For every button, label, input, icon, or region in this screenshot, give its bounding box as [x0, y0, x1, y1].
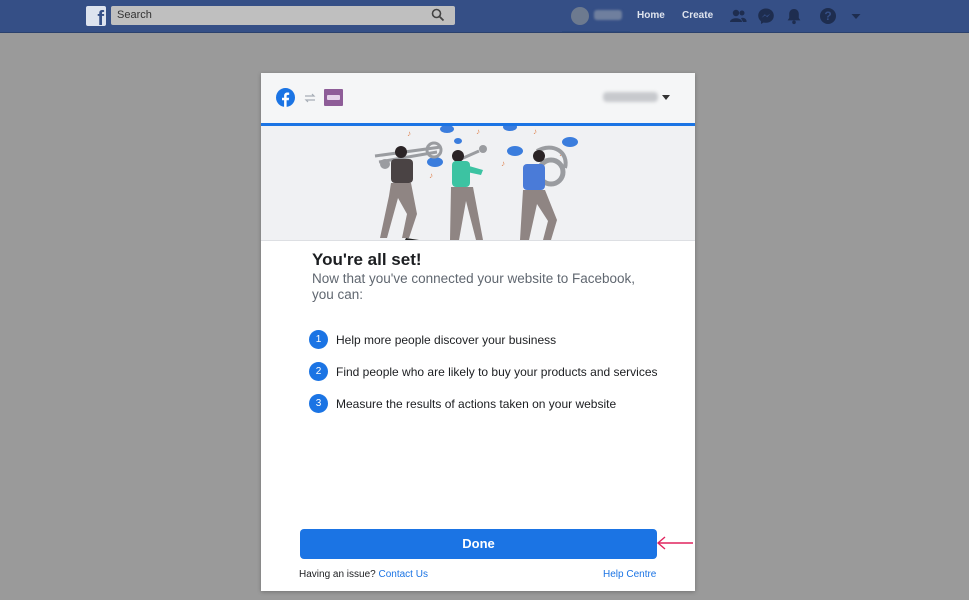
dialog-header: [261, 73, 695, 123]
search-icon[interactable]: [431, 8, 445, 22]
issue-footer: Having an issue? Contact Us: [299, 569, 428, 580]
nav-home[interactable]: Home: [637, 10, 665, 21]
facebook-logo-icon: [276, 88, 295, 107]
step-text: Measure the results of actions taken on …: [336, 397, 617, 411]
contact-us-link[interactable]: Contact Us: [379, 569, 428, 580]
step-number: 2: [309, 362, 328, 381]
search-input[interactable]: Search: [111, 6, 455, 25]
arrow-icon: [656, 536, 693, 550]
svg-text:?: ?: [824, 9, 831, 23]
step-text: Help more people discover your business: [336, 333, 557, 347]
profile-link[interactable]: [562, 1, 630, 32]
svg-text:♪: ♪: [476, 127, 480, 136]
setup-complete-dialog: ♪ ♪ ♪ ♪ ♪ ♪ ♪ ♪ You're all set! Now that…: [261, 73, 695, 591]
svg-text:♪: ♪: [501, 159, 505, 168]
search-placeholder: Search: [117, 9, 152, 21]
messenger-icon[interactable]: [757, 7, 775, 25]
help-footer: Help Centre: [603, 569, 656, 580]
svg-text:♪: ♪: [429, 171, 433, 180]
help-centre-link[interactable]: Help Centre: [603, 569, 656, 580]
dialog-subtitle: Now that you've connected your website t…: [312, 271, 636, 302]
notifications-icon[interactable]: [785, 7, 803, 25]
menu-caret-icon[interactable]: [847, 7, 865, 25]
friends-icon[interactable]: [729, 7, 747, 25]
band-illustration: ♪ ♪ ♪ ♪ ♪ ♪ ♪ ♪: [261, 126, 695, 241]
svg-text:♪: ♪: [533, 127, 537, 136]
profile-name-redacted: [594, 10, 622, 20]
nav-create[interactable]: Create: [682, 10, 713, 21]
woocommerce-icon: [324, 89, 343, 106]
svg-text:♪: ♪: [407, 129, 411, 138]
done-button[interactable]: Done: [300, 529, 657, 559]
avatar: [571, 7, 589, 25]
swap-icon: [304, 93, 316, 103]
top-navigation-bar: f Search Home Create ?: [0, 0, 969, 33]
step-number: 3: [309, 394, 328, 413]
dialog-title: You're all set!: [312, 250, 422, 269]
step-number: 1: [309, 330, 328, 349]
step-text: Find people who are likely to buy your p…: [336, 365, 658, 379]
account-name-redacted[interactable]: [603, 92, 658, 102]
facebook-logo-icon[interactable]: f: [86, 6, 106, 29]
issue-text: Having an issue?: [299, 569, 376, 580]
account-dropdown-icon[interactable]: [662, 95, 670, 100]
help-icon[interactable]: ?: [819, 7, 837, 25]
